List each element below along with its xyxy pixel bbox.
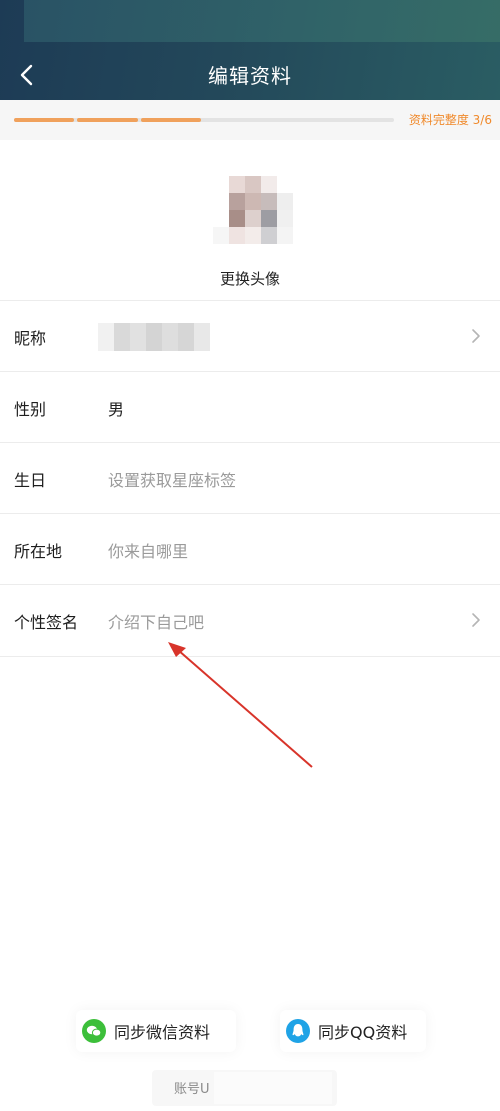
signature-placeholder: 介绍下自己吧	[108, 613, 205, 632]
progress-segment	[140, 118, 201, 122]
page-title: 编辑资料	[208, 64, 292, 88]
sync-qq-label: 同步QQ资料	[318, 1023, 408, 1042]
progress-segment	[77, 118, 138, 122]
sync-qq-button[interactable]: 同步QQ资料	[280, 1010, 426, 1052]
status-bar-area	[24, 0, 500, 42]
app-header: 编辑资料	[0, 0, 500, 100]
field-label: 所在地	[14, 542, 63, 561]
account-id: 账号U	[152, 1070, 337, 1106]
divider	[0, 656, 500, 657]
chevron-right-icon	[472, 613, 480, 627]
gender-value: 男	[108, 400, 125, 419]
arrow-shaft	[177, 649, 313, 768]
field-row-gender[interactable]: 性别 男	[0, 371, 500, 442]
profile-completeness: 资料完整度 3/6	[0, 100, 500, 140]
field-row-location[interactable]: 所在地 你来自哪里	[0, 513, 500, 584]
wechat-icon	[82, 1019, 106, 1043]
field-label: 昵称	[14, 329, 47, 348]
progress-segment	[14, 118, 75, 122]
avatar-section: 更换头像	[0, 140, 500, 300]
field-label: 性别	[14, 400, 47, 419]
field-row-signature[interactable]: 个性签名 介绍下自己吧	[0, 584, 500, 655]
account-value-redacted	[214, 1072, 332, 1104]
nickname-value-redacted	[98, 323, 216, 351]
avatar[interactable]	[213, 176, 293, 244]
field-label: 生日	[14, 471, 47, 490]
location-placeholder: 你来自哪里	[108, 542, 189, 561]
change-avatar-button[interactable]: 更换头像	[0, 268, 500, 289]
birthday-placeholder: 设置获取星座标签	[108, 471, 237, 490]
field-row-nickname[interactable]: 昵称	[0, 300, 500, 371]
progress-track	[14, 118, 394, 122]
field-label: 个性签名	[14, 613, 79, 632]
sync-wechat-label: 同步微信资料	[114, 1023, 211, 1042]
account-label: 账号U	[174, 1082, 210, 1097]
field-row-birthday[interactable]: 生日 设置获取星座标签	[0, 442, 500, 513]
progress-label: 资料完整度 3/6	[408, 113, 492, 127]
sync-wechat-button[interactable]: 同步微信资料	[76, 1010, 236, 1052]
chevron-right-icon	[472, 329, 480, 343]
qq-icon	[286, 1019, 310, 1043]
